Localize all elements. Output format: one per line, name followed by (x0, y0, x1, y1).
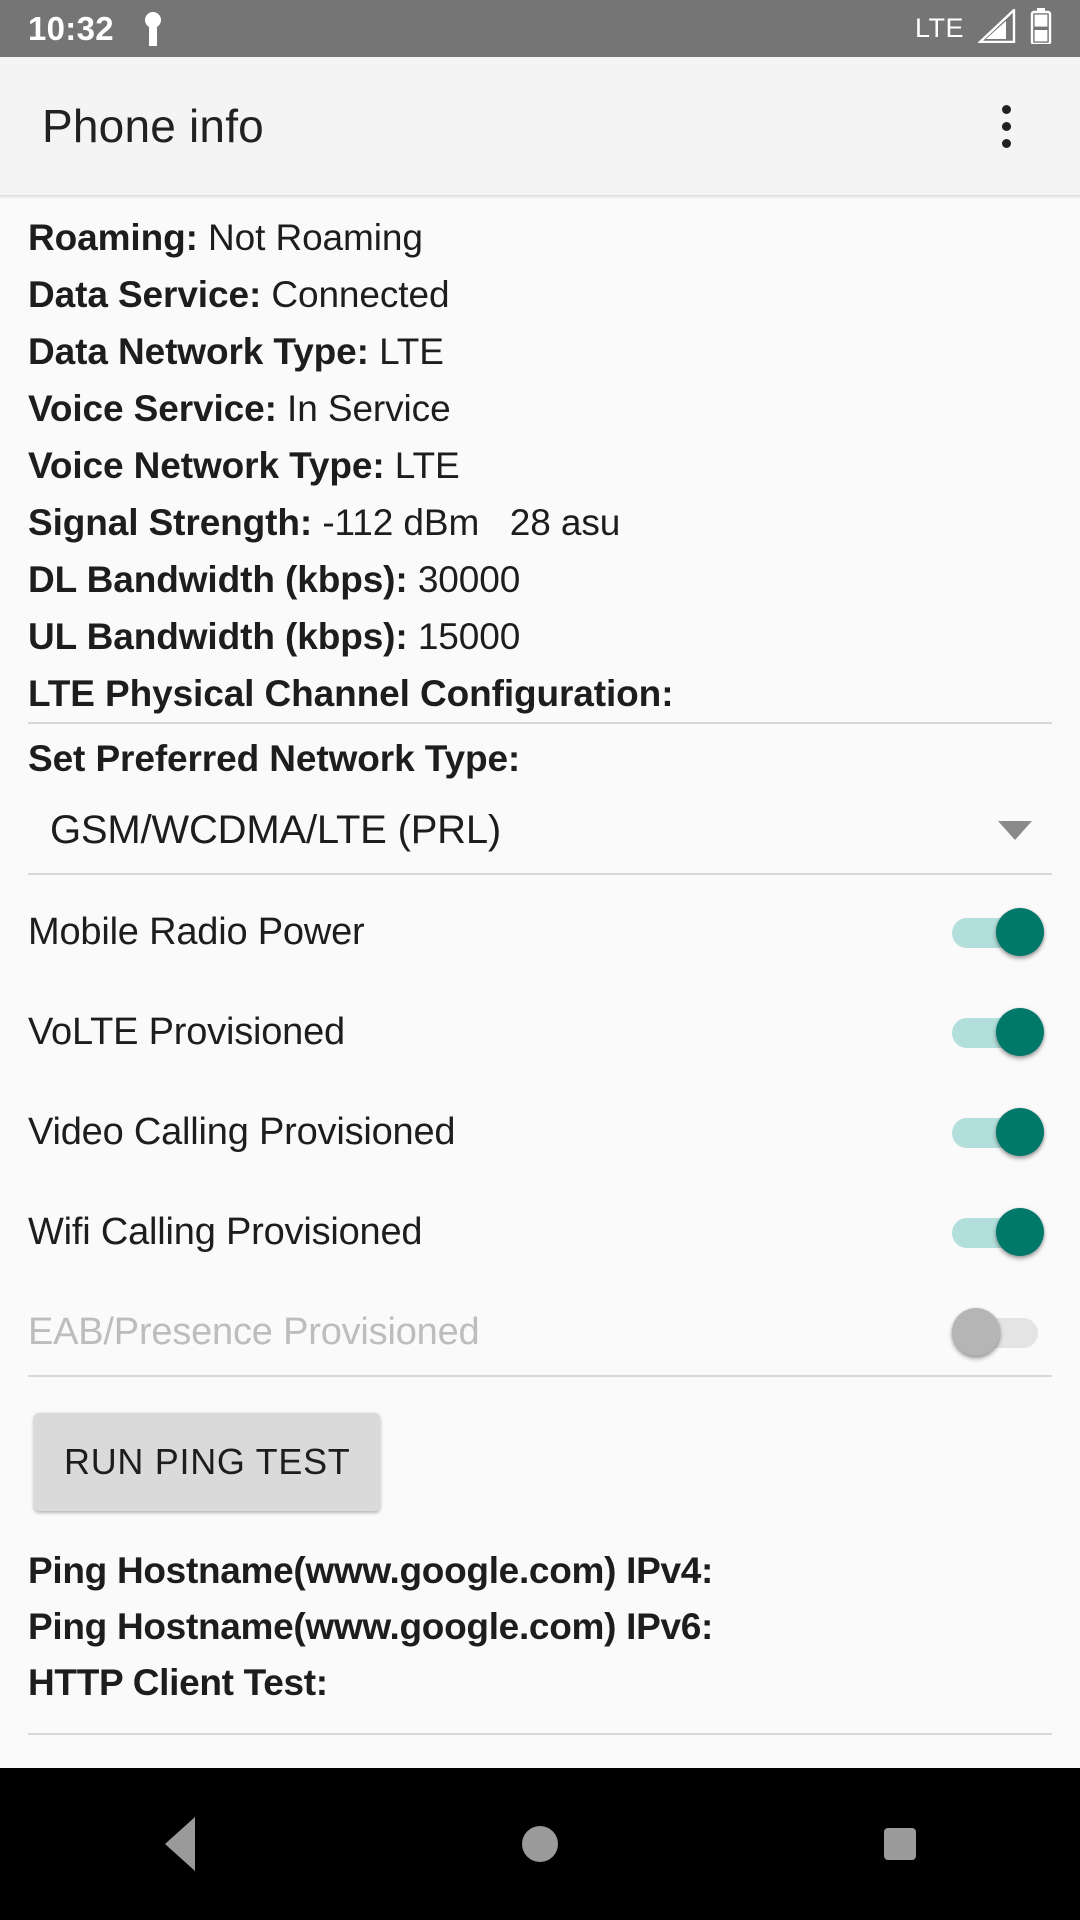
toggle-switch-volte-provisioned[interactable] (952, 1004, 1048, 1060)
info-value: 30000 (417, 559, 521, 600)
preferred-network-label: Set Preferred Network Type: (28, 738, 521, 779)
nav-home-button[interactable] (440, 1768, 640, 1920)
ping-results-list: Ping Hostname(www.google.com) IPv4: Ping… (28, 1511, 1052, 1711)
switch-row-wifi-calling-provisioned[interactable]: Wifi Calling Provisioned (28, 1189, 1052, 1275)
switch-thumb (952, 1308, 1000, 1356)
toggle-switch-mobile-radio-power[interactable] (952, 904, 1048, 960)
status-bar-right-icons: LTE (914, 7, 1052, 49)
info-row: UL Bandwidth (kbps): 15000 (28, 608, 1052, 665)
info-key: Data Network Type: (28, 331, 369, 372)
switch-thumb (996, 1108, 1044, 1156)
switch-row-video-calling-provisioned[interactable]: Video Calling Provisioned (28, 1089, 1052, 1175)
app-bar: Phone info (0, 57, 1080, 195)
phone-screen: 10:32 LTE Phone info Roaming: Not Roamin… (0, 0, 1080, 1920)
switch-thumb (996, 908, 1044, 956)
info-key: Voice Service: (28, 388, 277, 429)
info-row: Data Service: Connected (28, 266, 1052, 323)
battery-icon (1030, 8, 1052, 49)
switch-thumb (996, 1008, 1044, 1056)
ping-result-row: HTTP Client Test: (28, 1662, 328, 1703)
toggle-switch-wifi-calling-provisioned[interactable] (952, 1204, 1048, 1260)
switch-label: VoLTE Provisioned (28, 1010, 345, 1053)
info-key: Data Service: (28, 274, 262, 315)
info-key: UL Bandwidth (kbps): (28, 616, 408, 657)
system-navigation-bar (0, 1768, 1080, 1920)
content-scroll-area[interactable]: Roaming: Not Roaming Data Service: Conne… (0, 199, 1080, 1764)
switch-label: Video Calling Provisioned (28, 1110, 456, 1153)
status-bar: 10:32 LTE (0, 0, 1080, 57)
info-value: In Service (287, 388, 451, 429)
toggle-switch-eab-presence-provisioned (952, 1304, 1048, 1360)
toggle-switch-video-calling-provisioned[interactable] (952, 1104, 1048, 1160)
divider (28, 1733, 1052, 1735)
ping-button-area: RUN PING TEST (28, 1377, 1052, 1511)
switch-row-eab-presence-provisioned: EAB/Presence Provisioned (28, 1289, 1052, 1375)
switch-label: Mobile Radio Power (28, 910, 365, 953)
vpn-key-icon (140, 11, 166, 46)
back-triangle-icon (165, 1817, 195, 1871)
info-row: LTE Physical Channel Configuration: (28, 665, 1052, 722)
switch-row-volte-provisioned[interactable]: VoLTE Provisioned (28, 989, 1052, 1075)
info-key: DL Bandwidth (kbps): (28, 559, 408, 600)
phone-info-list: Roaming: Not Roaming Data Service: Conne… (28, 199, 1052, 722)
info-row: Roaming: Not Roaming (28, 209, 1052, 266)
switch-label: EAB/Presence Provisioned (28, 1310, 480, 1353)
info-row: Voice Network Type: LTE (28, 437, 1052, 494)
preferred-network-selected-value: GSM/WCDMA/LTE (PRL) (50, 807, 502, 852)
page-title: Phone info (42, 100, 264, 152)
run-ping-test-button[interactable]: RUN PING TEST (34, 1413, 381, 1511)
ping-result-row: Ping Hostname(www.google.com) IPv4: (28, 1550, 714, 1591)
home-circle-icon (522, 1826, 558, 1862)
info-value: -112 dBm 28 asu (322, 502, 621, 543)
recents-square-icon (884, 1828, 916, 1860)
switch-thumb (996, 1208, 1044, 1256)
info-value: Not Roaming (208, 217, 423, 258)
info-value: 15000 (417, 616, 521, 657)
info-key: Signal Strength: (28, 502, 313, 543)
info-key: Voice Network Type: (28, 445, 385, 486)
info-row: Voice Service: In Service (28, 380, 1052, 437)
info-value: LTE (379, 331, 444, 372)
info-value: LTE (394, 445, 460, 486)
ping-result-row: Ping Hostname(www.google.com) IPv6: (28, 1606, 714, 1647)
info-key: LTE Physical Channel Configuration: (28, 673, 674, 714)
network-type-label: LTE (914, 13, 964, 43)
switch-label: Wifi Calling Provisioned (28, 1210, 423, 1253)
info-row: DL Bandwidth (kbps): 30000 (28, 551, 1052, 608)
nav-recents-button[interactable] (800, 1768, 1000, 1920)
status-bar-clock: 10:32 (28, 10, 114, 47)
preferred-network-spinner[interactable]: GSM/WCDMA/LTE (PRL) (28, 787, 1052, 873)
info-row: Signal Strength: -112 dBm 28 asu (28, 494, 1052, 551)
switch-row-mobile-radio-power[interactable]: Mobile Radio Power (28, 889, 1052, 975)
signal-cellular-icon (976, 7, 1016, 48)
info-key: Roaming: (28, 217, 198, 258)
info-row: Data Network Type: LTE (28, 323, 1052, 380)
nav-back-button[interactable] (80, 1768, 280, 1920)
chevron-down-icon (998, 820, 1032, 840)
overflow-menu-icon[interactable] (974, 94, 1038, 158)
info-value: Connected (271, 274, 450, 315)
spinner-underline (28, 873, 1052, 875)
